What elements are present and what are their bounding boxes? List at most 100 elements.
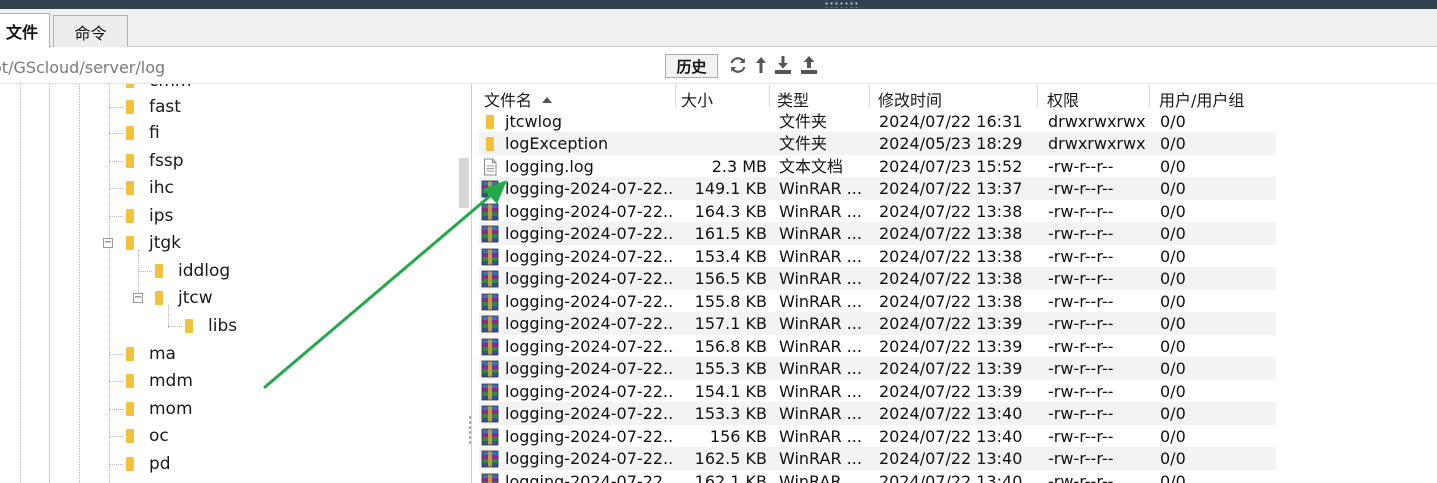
file-owner: 0/0 — [1160, 426, 1186, 446]
column-header-modified[interactable]: 修改时间 — [878, 87, 942, 110]
table-row[interactable]: logging-2024-07-22.... 162.1 KB WinRAR ...… — [479, 470, 1276, 483]
file-permissions: -rw-r--r-- — [1048, 471, 1114, 483]
table-row[interactable]: logException 文件夹 2024/05/23 18:29 drwxrwxrw… — [479, 132, 1276, 155]
winrar-archive-icon — [481, 225, 499, 246]
tree-branch — [109, 464, 123, 465]
file-type: WinRAR ... — [779, 291, 862, 311]
tree-item-iddlog[interactable]: iddlog — [154, 259, 230, 283]
file-permissions: -rw-r--r-- — [1048, 269, 1114, 288]
file-modified-time: 2024/07/22 13:37 — [879, 179, 1023, 198]
column-header-name[interactable]: 文件名 — [484, 87, 553, 110]
winrar-archive-icon — [481, 473, 499, 483]
file-owner: 0/0 — [1160, 404, 1186, 423]
file-name: logging-2024-07-22.... — [505, 471, 675, 483]
file-name: logging.log — [505, 156, 594, 176]
file-permissions: -rw-r--r-- — [1048, 246, 1114, 266]
winrar-archive-icon — [481, 338, 499, 359]
table-row[interactable]: logging-2024-07-22.... 155.8 KB WinRAR ...… — [479, 290, 1276, 313]
tree-item-oc[interactable]: oc — [125, 424, 169, 448]
column-header-permissions[interactable]: 权限 — [1047, 87, 1079, 110]
tree-item-label: jtgk — [149, 233, 182, 253]
table-row[interactable]: logging-2024-07-22.... 164.3 KB WinRAR ...… — [479, 200, 1276, 223]
column-header-type[interactable]: 类型 — [777, 87, 809, 110]
tree-item-mom[interactable]: mom — [125, 397, 193, 421]
history-button[interactable]: 历史 — [665, 54, 718, 78]
tree-scrollbar-thumb[interactable] — [459, 158, 469, 208]
tree-item-ihc[interactable]: ihc — [125, 176, 174, 200]
column-divider[interactable] — [1149, 85, 1150, 107]
file-size: 164.3 KB — [694, 201, 767, 221]
collapse-toggle-jtgk[interactable]: − — [103, 238, 113, 248]
file-size: 157.1 KB — [694, 314, 767, 333]
folder-icon — [126, 402, 134, 416]
file-size: 156.5 KB — [694, 269, 767, 288]
tree-branch — [109, 409, 123, 410]
table-row[interactable]: jtcwlog 文件夹 2024/07/22 16:31 drwxrwxrwx 0/0 — [479, 110, 1276, 133]
folder-icon — [126, 181, 134, 195]
table-row[interactable]: logging-2024-07-22.... 153.3 KB WinRAR ...… — [479, 402, 1276, 425]
tree-item-jtcw[interactable]: jtcw — [154, 286, 213, 310]
table-row[interactable]: logging-2024-07-22.... 154.1 KB WinRAR ...… — [479, 380, 1276, 403]
file-size: 154.1 KB — [694, 381, 767, 401]
column-divider[interactable] — [869, 85, 870, 107]
winrar-archive-icon — [481, 180, 499, 201]
table-row[interactable]: logging-2024-07-22.... 161.5 KB WinRAR ...… — [479, 222, 1276, 245]
resize-grip-icon[interactable] — [824, 1, 860, 8]
folder-icon — [126, 347, 134, 361]
up-arrow-icon[interactable] — [751, 55, 771, 75]
tree-item-mdm[interactable]: mdm — [125, 369, 193, 393]
folder-icon — [126, 374, 134, 388]
refresh-icon[interactable] — [728, 55, 748, 75]
table-row[interactable]: logging-2024-07-22.... 157.1 KB WinRAR ...… — [479, 312, 1276, 335]
collapse-toggle-jtcw[interactable]: − — [133, 293, 143, 303]
file-modified-time: 2024/07/22 13:40 — [879, 471, 1023, 483]
tree-item-pd[interactable]: pd — [125, 452, 171, 476]
file-size: 155.3 KB — [694, 359, 767, 378]
file-size: 153.4 KB — [694, 246, 767, 266]
table-row[interactable]: logging-2024-07-22.... 153.4 KB WinRAR ...… — [479, 245, 1276, 268]
tree-item-ma[interactable]: ma — [125, 342, 176, 366]
file-owner: 0/0 — [1160, 179, 1186, 198]
tree-item-cmm[interactable]: cmm — [125, 84, 191, 93]
table-row[interactable]: logging-2024-07-22.... 156.5 KB WinRAR ...… — [479, 267, 1276, 290]
pane-divider — [471, 84, 472, 483]
file-size — [677, 133, 767, 154]
column-divider[interactable] — [1037, 85, 1038, 107]
column-divider[interactable] — [769, 85, 770, 107]
table-row[interactable]: logging.log 2.3 MB 文本文档 2024/07/23 15:52 -rw… — [479, 155, 1276, 178]
download-icon[interactable] — [773, 55, 793, 75]
file-name: logging-2024-07-22.... — [505, 381, 675, 401]
upload-icon[interactable] — [799, 55, 819, 75]
file-modified-time: 2024/07/22 13:38 — [879, 269, 1023, 288]
tree-item-fi[interactable]: fi — [125, 121, 160, 145]
file-type: WinRAR ... — [779, 449, 862, 468]
tree-item-fssp[interactable]: fssp — [125, 149, 184, 173]
winrar-archive-icon — [481, 428, 499, 449]
folder-icon — [126, 429, 134, 443]
tree-item-jtgk[interactable]: jtgk — [125, 231, 181, 255]
file-name: logging-2024-07-22.... — [505, 291, 675, 311]
table-row[interactable]: logging-2024-07-22.... 156.8 KB WinRAR ...… — [479, 335, 1276, 358]
tree-branch — [109, 161, 123, 162]
tree-item-ips[interactable]: ips — [125, 204, 173, 228]
table-row[interactable]: logging-2024-07-22.... 162.5 KB WinRAR ...… — [479, 447, 1276, 470]
folder-icon — [481, 113, 499, 134]
table-row[interactable]: logging-2024-07-22.... 155.3 KB WinRAR ...… — [479, 357, 1276, 380]
file-modified-time: 2024/05/23 18:29 — [879, 134, 1023, 153]
tree-item-label: libs — [208, 316, 238, 336]
path-input[interactable] — [0, 56, 652, 78]
tree-item-fast[interactable]: fast — [125, 95, 181, 119]
file-name: jtcwlog — [505, 111, 562, 131]
table-row[interactable]: logging-2024-07-22.... 149.1 KB WinRAR ...… — [479, 177, 1276, 200]
file-size: 162.5 KB — [694, 449, 767, 468]
tab-commands[interactable]: 命令 — [53, 15, 128, 47]
column-divider[interactable] — [675, 85, 676, 107]
column-header-size[interactable]: 大小 — [681, 87, 713, 110]
file-type: WinRAR ... — [779, 224, 862, 243]
file-permissions: -rw-r--r-- — [1048, 449, 1114, 468]
text-file-icon — [481, 158, 499, 179]
table-row[interactable]: logging-2024-07-22.... 156 KB WinRAR ... 20… — [479, 425, 1276, 448]
tree-item-libs[interactable]: libs — [184, 314, 237, 338]
column-header-owner[interactable]: 用户/用户组 — [1159, 87, 1244, 110]
tab-files[interactable]: 文件 — [0, 13, 50, 48]
